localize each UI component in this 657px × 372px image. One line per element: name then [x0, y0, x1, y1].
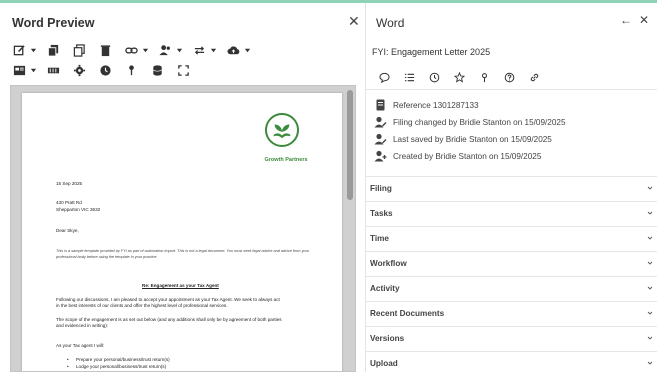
section-workflow[interactable]: Workflow — [366, 251, 657, 276]
section-filing[interactable]: Filing — [366, 176, 657, 201]
close-details-button[interactable]: ✕ — [639, 13, 649, 27]
disclaimer-line-2: professional body before using the templ… — [56, 255, 158, 259]
link-dropdown-chevron-icon[interactable] — [140, 41, 150, 59]
plant-hands-icon — [265, 113, 299, 147]
bullet-item-1: Prepare your personal/business/trust ret… — [67, 357, 170, 363]
help-icon[interactable] — [497, 69, 522, 85]
section-label: Time — [370, 234, 389, 243]
company-logo: Growth Partners — [256, 113, 316, 183]
letter-heading: Re: Engagement as your Tax Agent — [142, 283, 219, 288]
chevron-down-icon — [647, 336, 653, 340]
delete-icon[interactable] — [96, 41, 114, 59]
section-label: Recent Documents — [370, 309, 445, 318]
chevron-down-icon — [647, 261, 653, 265]
word-preview-pane: Word Preview ✕ Growth Partners 15 Sep 20… — [0, 3, 366, 372]
chevron-down-icon — [647, 236, 653, 240]
pin-outline-icon[interactable] — [472, 69, 497, 85]
section-label: Workflow — [370, 259, 407, 268]
barcode-icon[interactable] — [44, 61, 62, 79]
chevron-down-icon — [647, 186, 653, 190]
section-recent-documents[interactable]: Recent Documents — [366, 301, 657, 326]
word-details-pane: Word ← ✕ FYI: Engagement Letter 2025 Ref… — [366, 3, 657, 372]
close-preview-button[interactable]: ✕ — [348, 13, 360, 30]
attach-link-icon[interactable] — [522, 69, 547, 85]
document-name: FYI: Engagement Letter 2025 — [372, 47, 491, 57]
chevron-down-icon — [647, 361, 653, 365]
pin-icon[interactable] — [122, 61, 140, 79]
user-edit-icon — [374, 116, 387, 128]
viewer-scrollbar[interactable] — [347, 90, 353, 200]
section-tasks[interactable]: Tasks — [366, 201, 657, 226]
history-clock-icon[interactable] — [422, 69, 447, 85]
paragraph-3: As your Tax agent I will: — [56, 343, 105, 348]
details-icon-bar — [372, 69, 547, 85]
meta-filing-changed: Filing changed by Bridie Stanton on 15/0… — [374, 115, 566, 129]
edit-dropdown-chevron-icon[interactable] — [28, 41, 38, 59]
preview-title: Word Preview — [12, 16, 95, 30]
section-upload[interactable]: Upload — [366, 351, 657, 372]
database-icon[interactable] — [148, 61, 166, 79]
meta-reference: Reference 1301287133 — [374, 98, 479, 112]
document-icon — [376, 99, 385, 111]
edit-icon[interactable] — [10, 41, 28, 59]
section-activity[interactable]: Activity — [366, 276, 657, 301]
section-label: Filing — [370, 184, 392, 193]
last-saved-text: Last saved by Bridie Stanton on 15/09/20… — [393, 134, 552, 144]
disclaimer-line-1: This is a sample template provided by FY… — [56, 249, 309, 253]
details-divider — [366, 89, 657, 90]
preview-toolbar-row-1 — [10, 41, 258, 59]
list-icon[interactable] — [397, 69, 422, 85]
section-label: Upload — [370, 359, 398, 368]
assign-users-icon[interactable] — [156, 41, 174, 59]
letter-date: 15 Sep 2025 — [56, 181, 83, 186]
address-line-1: 430 Pratt Rd — [56, 200, 82, 205]
section-label: Tasks — [370, 209, 393, 218]
user-add-icon — [374, 150, 387, 162]
bullet-item-2: Lodge your personal/business/trust retur… — [67, 364, 166, 370]
fullscreen-icon[interactable] — [174, 61, 192, 79]
section-versions[interactable]: Versions — [366, 326, 657, 351]
reference-text: Reference 1301287133 — [393, 100, 479, 110]
document-viewer[interactable]: Growth Partners 15 Sep 2025 430 Pratt Rd… — [10, 85, 356, 372]
created-text: Created by Bridie Stanton on 15/09/2025 — [393, 151, 542, 161]
meta-created: Created by Bridie Stanton on 15/09/2025 — [374, 149, 541, 163]
copy-icon[interactable] — [70, 41, 88, 59]
logo-text: Growth Partners — [264, 157, 308, 163]
assign-dropdown-chevron-icon[interactable] — [174, 41, 184, 59]
move-arrows-icon[interactable] — [190, 41, 208, 59]
chevron-down-icon — [647, 286, 653, 290]
clock-icon[interactable] — [96, 61, 114, 79]
preview-toolbar-row-2 — [10, 61, 192, 79]
copy-filled-icon[interactable] — [44, 41, 62, 59]
user-edit-icon — [374, 133, 387, 145]
meta-last-saved: Last saved by Bridie Stanton on 15/09/20… — [374, 132, 552, 146]
address-line-2: Shepparton VIC 3632 — [56, 207, 101, 212]
settings-gear-icon[interactable] — [70, 61, 88, 79]
comment-icon[interactable] — [372, 69, 397, 85]
template-icon[interactable] — [10, 61, 28, 79]
move-dropdown-chevron-icon[interactable] — [208, 41, 218, 59]
cloud-upload-icon[interactable] — [224, 41, 242, 59]
link-icon[interactable] — [122, 41, 140, 59]
section-label: Versions — [370, 334, 405, 343]
section-time[interactable]: Time — [366, 226, 657, 251]
star-icon[interactable] — [447, 69, 472, 85]
section-label: Activity — [370, 284, 400, 293]
document-page: Growth Partners 15 Sep 2025 430 Pratt Rd… — [22, 93, 342, 371]
template-dropdown-chevron-icon[interactable] — [28, 61, 38, 79]
cloud-dropdown-chevron-icon[interactable] — [242, 41, 252, 59]
salutation: Dear Skye, — [56, 228, 79, 233]
paragraph-2-line-2: and evidenced in writing): — [56, 323, 109, 328]
filing-changed-text: Filing changed by Bridie Stanton on 15/0… — [393, 117, 566, 127]
details-title: Word — [376, 16, 405, 30]
paragraph-1-line-2: in the best interests of our clients and… — [56, 303, 228, 308]
chevron-down-icon — [647, 311, 653, 315]
back-arrow-button[interactable]: ← — [620, 13, 632, 27]
chevron-down-icon — [647, 211, 653, 215]
